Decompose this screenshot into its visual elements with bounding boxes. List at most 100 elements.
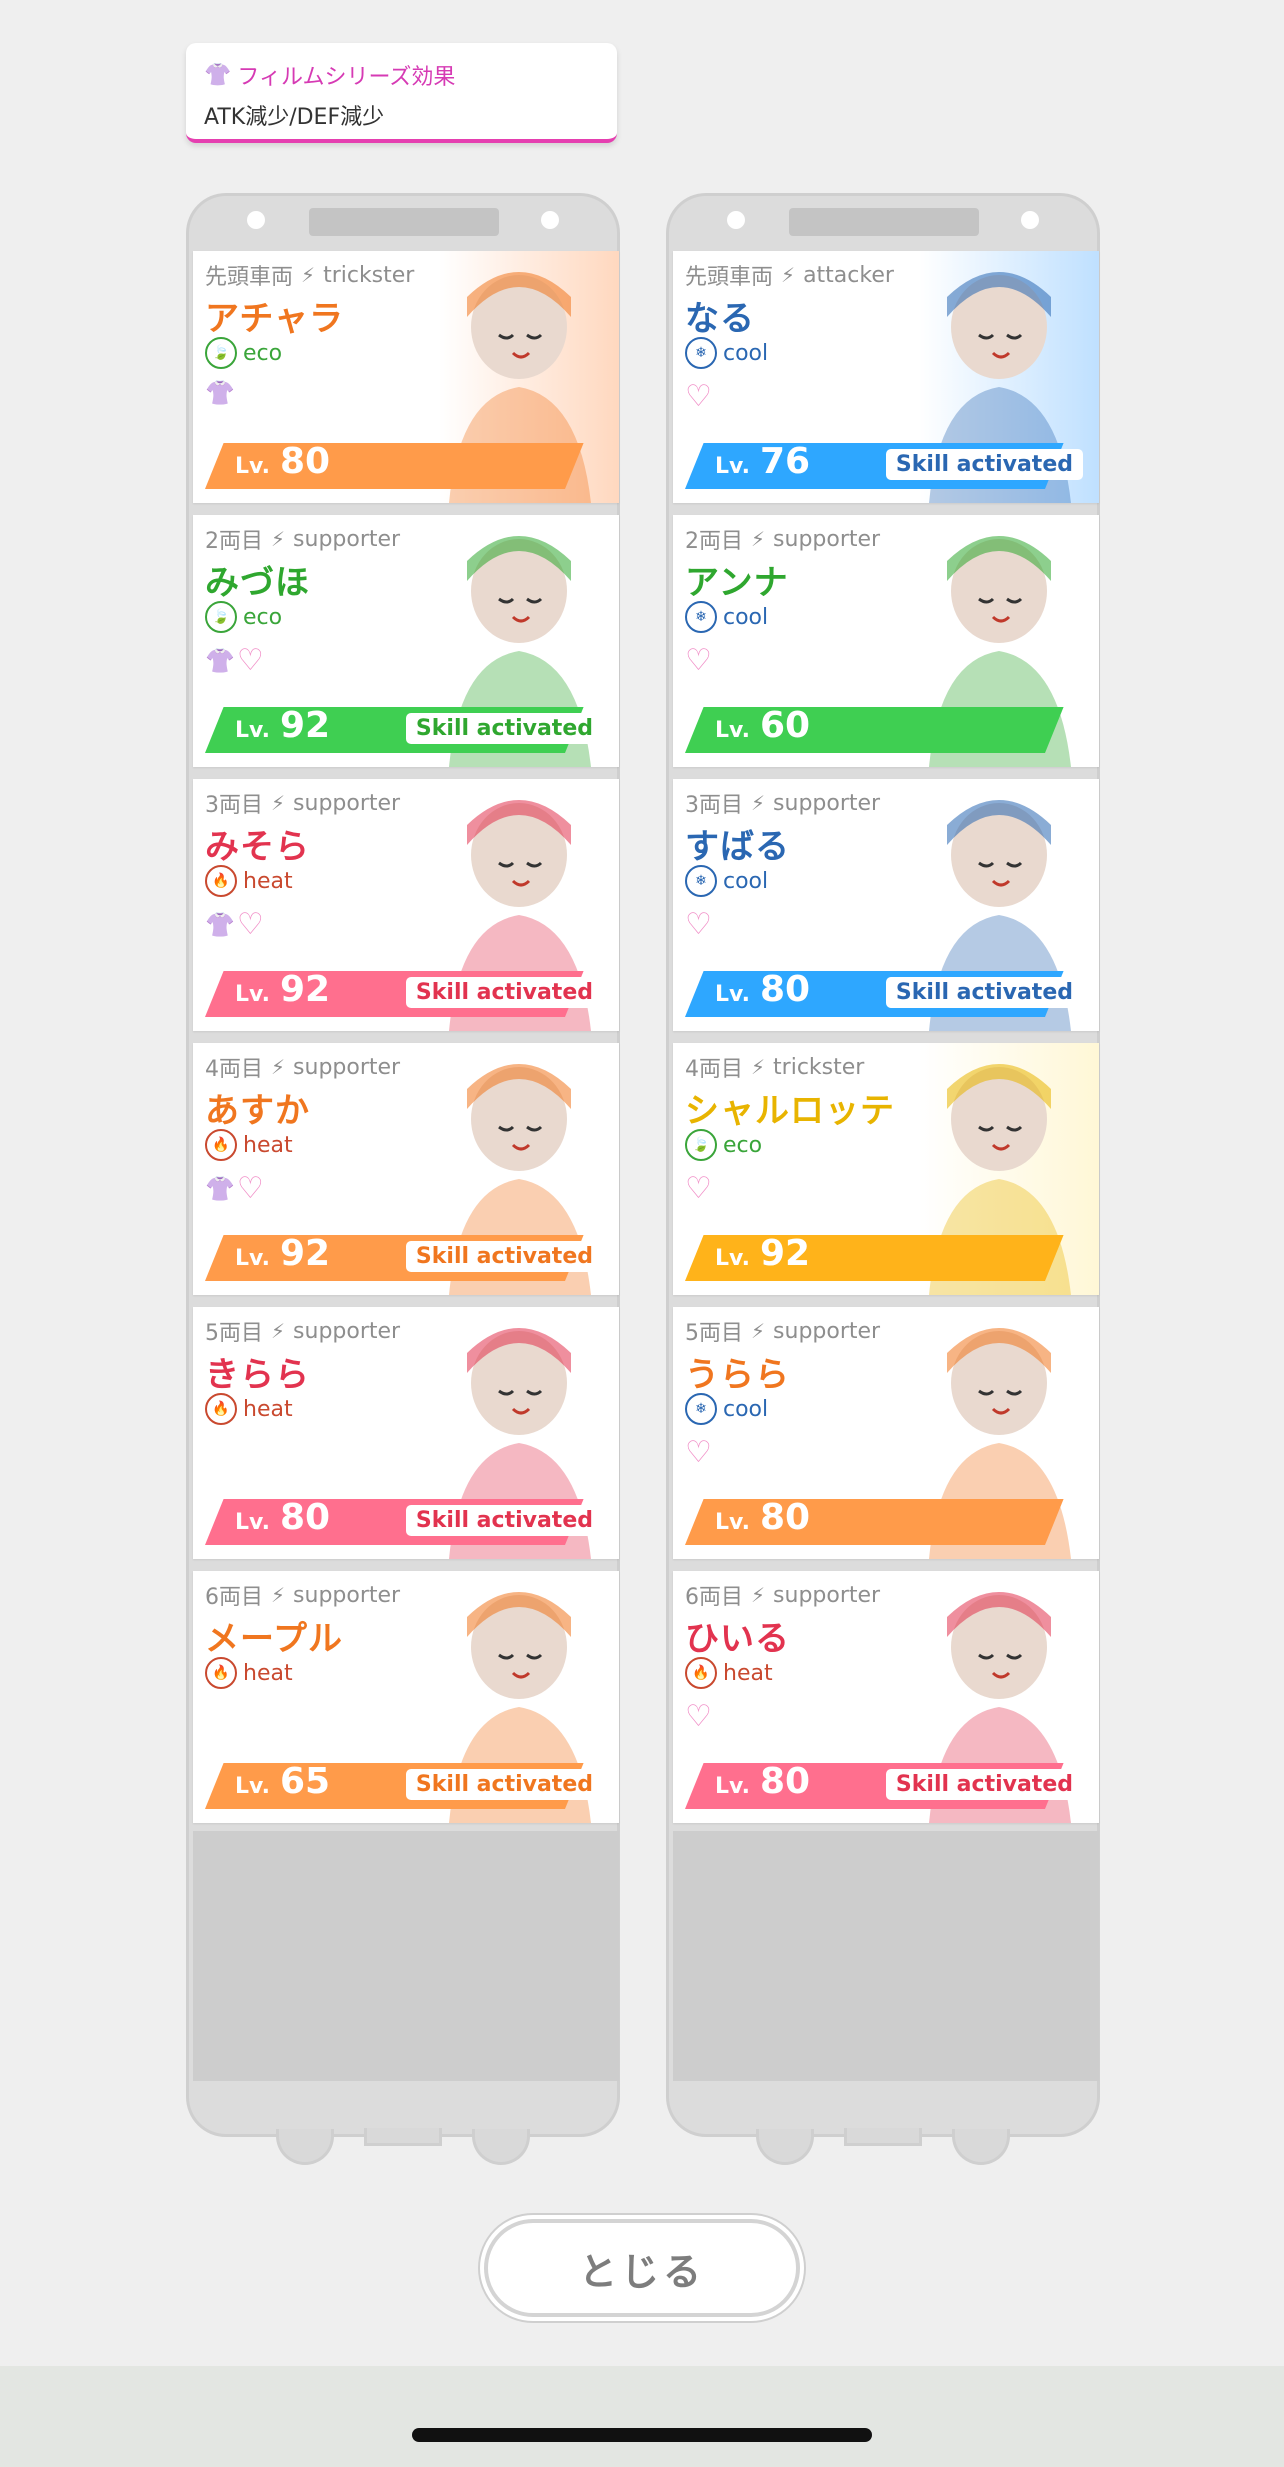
attribute-row: ❄ cool [685, 601, 768, 633]
skill-activated-badge: Skill activated [885, 1769, 1083, 1800]
character-card[interactable]: 3両目 ⚡ supporter みそら 🔥 heat 👚 ♡ Lv. 92 Skill activa… [193, 779, 619, 1031]
series-effect-title-text: フィルムシリーズ効果 [237, 65, 456, 90]
lightning-icon: ⚡ [751, 527, 766, 551]
train-lamp [541, 211, 559, 229]
eco-attribute-icon: 🍃 [205, 337, 237, 369]
train-lamp [1021, 211, 1039, 229]
film-heart-icon: ♡ [685, 379, 712, 414]
skill-activated-badge: Skill activated [885, 977, 1083, 1008]
car-position: 2両目 [205, 529, 263, 554]
bottom-safe-area [0, 2366, 1284, 2467]
lightning-icon: ⚡ [751, 1055, 766, 1079]
car-position: 5両目 [685, 1321, 743, 1346]
empty-car-slot[interactable] [193, 1831, 619, 2081]
cool-attribute-icon: ❄ [685, 337, 717, 369]
character-card[interactable]: 2両目 ⚡ supporter アンナ ❄ cool ♡ Lv. 60 [673, 515, 1099, 767]
character-role: supporter [293, 526, 401, 552]
train-body: 先頭車両 ⚡ attacker なる ❄ cool ♡ Lv. 76 Skill activate… [666, 249, 1100, 2091]
film-heart-icon: ♡ [685, 643, 712, 678]
level-display: Lv. 92 [235, 1233, 330, 1274]
attribute-row: 🔥 heat [205, 1657, 293, 1689]
character-role: supporter [773, 1582, 881, 1608]
car-position-line: 5両目 ⚡ supporter [205, 1315, 400, 1347]
film-heart-icon: ♡ [236, 643, 264, 678]
character-name: すばる [685, 827, 790, 867]
character-card[interactable]: 6両目 ⚡ supporter メープル 🔥 heat Lv. 65 Skill activat… [193, 1571, 619, 1823]
lightning-icon: ⚡ [781, 263, 796, 287]
film-icons: ♡ [685, 907, 712, 942]
level-display: Lv. 80 [715, 1497, 810, 1538]
character-card[interactable]: 2両目 ⚡ supporter みづほ 🍃 eco 👚 ♡ Lv. 92 Skill activat… [193, 515, 619, 767]
car-position: 3両目 [685, 793, 743, 818]
character-card[interactable]: 3両目 ⚡ supporter すばる ❄ cool ♡ Lv. 80 Skill activat… [673, 779, 1099, 1031]
character-card[interactable]: 5両目 ⚡ supporter きらら 🔥 heat Lv. 80 Skill activate… [193, 1307, 619, 1559]
level-value: 92 [279, 969, 331, 1010]
train-lamp [247, 211, 265, 229]
attribute-row: 🍃 eco [205, 337, 282, 369]
train-wheel [472, 2129, 530, 2165]
film-icons: ♡ [685, 379, 712, 414]
attribute-row: 🔥 heat [205, 865, 293, 897]
train-coupler [364, 2128, 442, 2146]
character-name: ひいる [685, 1619, 790, 1659]
character-card[interactable]: 4両目 ⚡ trickster シャルロッテ 🍃 eco ♡ Lv. 92 [673, 1043, 1099, 1295]
character-role: supporter [773, 790, 881, 816]
character-card[interactable]: 4両目 ⚡ supporter あすか 🔥 heat 👚 ♡ Lv. 92 Skill activa… [193, 1043, 619, 1295]
heat-attribute-icon: 🔥 [205, 1657, 237, 1689]
character-name: メープル [205, 1619, 343, 1659]
home-indicator[interactable] [412, 2428, 872, 2442]
character-role: attacker [803, 262, 894, 288]
attribute-label: heat [723, 1660, 773, 1686]
empty-car-slot[interactable] [673, 1831, 1099, 2081]
character-card[interactable]: 5両目 ⚡ supporter うらら ❄ cool ♡ Lv. 80 [673, 1307, 1099, 1559]
attribute-label: heat [243, 1660, 293, 1686]
attribute-label: heat [243, 868, 293, 894]
character-name: みづほ [205, 563, 310, 603]
car-position-line: 2両目 ⚡ supporter [685, 523, 880, 555]
character-role: supporter [293, 790, 401, 816]
film-icons: ♡ [685, 1435, 712, 1470]
character-role: supporter [293, 1582, 401, 1608]
skill-activated-badge: Skill activated [405, 713, 603, 744]
attribute-label: heat [243, 1396, 293, 1422]
car-position: 5両目 [205, 1321, 263, 1346]
level-label: Lv. [715, 1774, 750, 1799]
film-icons: 👚 ♡ [205, 1171, 264, 1206]
car-position: 先頭車両 [205, 265, 294, 290]
character-card[interactable]: 先頭車両 ⚡ attacker なる ❄ cool ♡ Lv. 76 Skill activate… [673, 251, 1099, 503]
level-value: 92 [279, 1233, 331, 1274]
train-body: 先頭車両 ⚡ trickster アチャラ 🍃 eco 👚 Lv. 80 2両目 ⚡ supporte… [186, 249, 620, 2091]
train-wheel [276, 2129, 334, 2165]
car-position-line: 3両目 ⚡ supporter [205, 787, 400, 819]
car-position-line: 6両目 ⚡ supporter [685, 1579, 880, 1611]
attribute-label: cool [723, 868, 769, 894]
attribute-label: cool [723, 604, 769, 630]
close-button[interactable]: とじる [484, 2219, 800, 2317]
attribute-row: 🔥 heat [205, 1393, 293, 1425]
film-heart-icon: ♡ [236, 907, 264, 942]
character-name: うらら [685, 1355, 790, 1395]
character-card[interactable]: 6両目 ⚡ supporter ひいる 🔥 heat ♡ Lv. 80 Skill activat… [673, 1571, 1099, 1823]
attribute-row: 🔥 heat [205, 1129, 293, 1161]
train-coupler [844, 2128, 922, 2146]
attribute-label: cool [723, 1396, 769, 1422]
character-name: アチャラ [205, 299, 344, 339]
level-display: Lv. 65 [235, 1761, 330, 1802]
car-position-line: 先頭車両 ⚡ attacker [685, 259, 894, 291]
level-value: 76 [759, 441, 811, 482]
level-value: 65 [279, 1761, 331, 1802]
eco-attribute-icon: 🍃 [205, 601, 237, 633]
level-label: Lv. [715, 1246, 750, 1271]
lightning-icon: ⚡ [271, 527, 286, 551]
series-effect-description: ATK減少/DEF減少 [204, 105, 385, 130]
car-position: 3両目 [205, 793, 263, 818]
character-card[interactable]: 先頭車両 ⚡ trickster アチャラ 🍃 eco 👚 Lv. 80 [193, 251, 619, 503]
film-icons: 👚 ♡ [205, 907, 264, 942]
lightning-icon: ⚡ [271, 1583, 286, 1607]
lightning-icon: ⚡ [301, 263, 316, 287]
attribute-row: 🍃 eco [205, 601, 282, 633]
level-label: Lv. [235, 1774, 270, 1799]
car-position: 2両目 [685, 529, 743, 554]
character-name: あすか [205, 1091, 310, 1131]
cool-attribute-icon: ❄ [685, 1393, 717, 1425]
